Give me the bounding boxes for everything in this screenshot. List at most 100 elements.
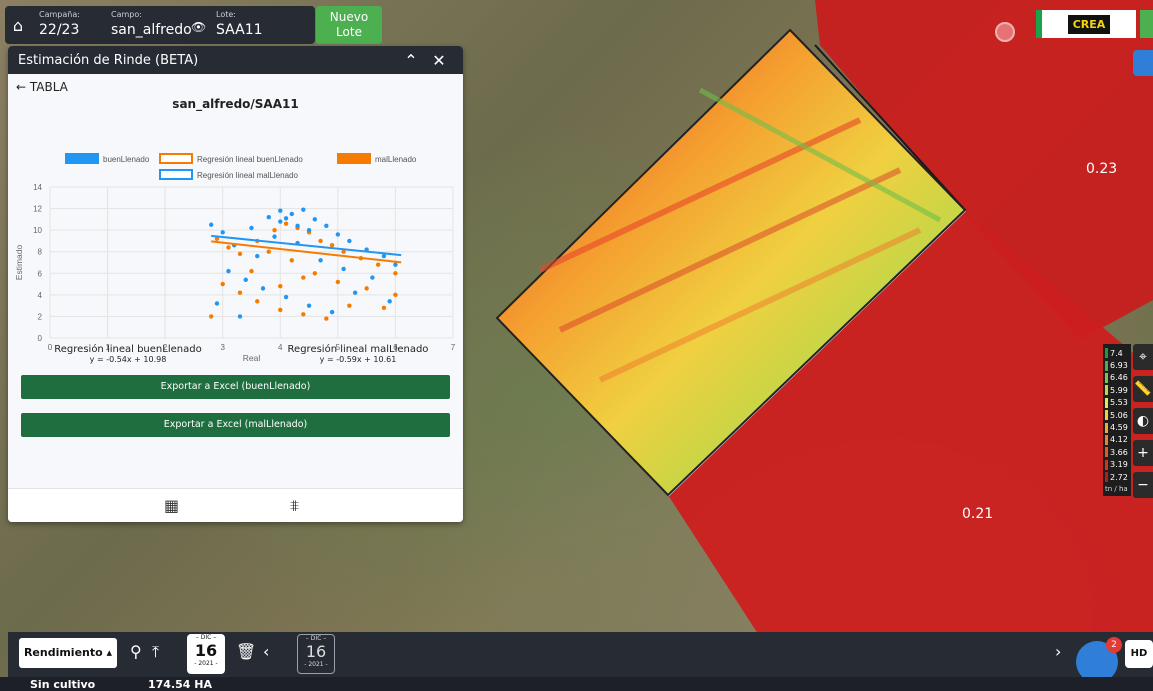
data-point (312, 217, 318, 222)
legend-swatch (337, 153, 371, 164)
data-point (209, 222, 214, 227)
data-point (283, 294, 289, 300)
data-point (214, 301, 220, 306)
legend-swatch (159, 169, 193, 180)
export-mal-button[interactable]: Exportar a Excel (malLlenado) (21, 413, 450, 437)
legend-label: buenLlenado (103, 155, 150, 164)
data-point (278, 208, 283, 213)
nuevo-lote-button[interactable]: Nuevo Lote (316, 6, 382, 44)
hd-toggle-button[interactable]: HD (1125, 640, 1153, 668)
data-point (289, 211, 294, 217)
compass-icon[interactable]: ◐ (1133, 408, 1153, 434)
data-point (347, 238, 352, 244)
back-to-table-link[interactable]: ← TABLA (16, 80, 68, 94)
data-point (341, 266, 346, 272)
data-point (324, 223, 329, 229)
trash-icon[interactable]: 🗑 (236, 642, 256, 661)
chat-badge: 2 (1106, 637, 1122, 653)
data-point (289, 258, 294, 263)
home-icon[interactable]: ⌂ (5, 6, 31, 44)
legend-swatch (159, 153, 193, 164)
field-value-label: 0.23 (1086, 161, 1118, 177)
data-point (295, 223, 300, 229)
crop-status: Sin cultivo (30, 678, 96, 691)
legend-label: malLlenado (375, 155, 417, 164)
data-point (243, 277, 248, 282)
silo-icon[interactable]: ⩨ (290, 496, 299, 516)
data-point (272, 227, 277, 233)
data-point (226, 268, 231, 274)
data-point (306, 303, 312, 308)
data-point (393, 262, 398, 267)
legend-row: 5.99 (1105, 384, 1129, 396)
date-selector[interactable]: – DIC – 16 - 2021 - (297, 634, 335, 674)
y-tick-label: 14 (33, 183, 42, 192)
panel-title: Estimación de Rinde (BETA) (18, 52, 199, 68)
legend-row: 6.46 (1105, 372, 1129, 384)
panel-footer: ▦ ⩨ (8, 488, 463, 522)
scatter-chart: buenLlenado Regresión lineal buenLlenado m… (14, 153, 456, 362)
data-point (226, 245, 231, 250)
zoom-out-button[interactable]: − (1133, 472, 1153, 498)
y-tick-label: 10 (33, 226, 42, 235)
date-selector-active[interactable]: – DIC – 16 - 2021 - (187, 634, 225, 674)
panel-header: Estimación de Rinde (BETA) ⌃ ✕ (8, 46, 463, 74)
data-point (364, 286, 369, 291)
campana-selector[interactable]: Campaña: 22/23 (31, 6, 103, 44)
legend-label: Regresión lineal malLlenado (197, 171, 299, 180)
data-point (278, 284, 283, 289)
legend-row: 6.93 (1105, 359, 1129, 371)
legend-unit: tn / ha (1105, 485, 1128, 494)
lote-selector[interactable]: Lote: SAA11 (208, 6, 308, 44)
data-point (301, 312, 306, 317)
eye-icon[interactable]: 👁 (191, 20, 206, 34)
data-point (301, 207, 306, 212)
location-tab-button[interactable] (1133, 50, 1153, 76)
y-tick-label: 8 (38, 248, 43, 257)
data-point (387, 299, 392, 304)
data-point (283, 221, 289, 226)
chevron-left-icon[interactable]: ‹ (263, 642, 269, 661)
y-tick-label: 2 (38, 312, 43, 321)
data-point (312, 271, 318, 276)
data-point (237, 251, 243, 257)
data-point (318, 258, 323, 263)
data-point (301, 275, 306, 280)
data-point (255, 299, 260, 304)
x-tick-label: 7 (451, 343, 456, 352)
export-buen-button[interactable]: Exportar a Excel (buenLlenado) (21, 375, 450, 399)
legend-swatch (65, 153, 99, 164)
data-point (237, 290, 243, 295)
data-point (249, 225, 254, 231)
data-point (272, 234, 277, 239)
calculator-icon[interactable]: ▦ (164, 496, 179, 515)
legend-row: 5.53 (1105, 397, 1129, 409)
collapse-icon[interactable]: ⌃ (397, 51, 425, 70)
data-point (335, 232, 341, 237)
data-point (237, 314, 243, 319)
legend-label: Regresión lineal buenLlenado (197, 155, 303, 164)
zoom-in-button[interactable]: + (1133, 440, 1153, 466)
layer-selector[interactable]: Rendimiento ▴ (19, 638, 117, 668)
map-tools: ⌖ 📏 ◐ + − (1133, 344, 1153, 504)
data-point (220, 230, 225, 235)
legend-row: 7.4 (1105, 347, 1129, 359)
search-icon[interactable]: ⚲ (130, 642, 142, 661)
data-point (220, 281, 225, 287)
data-point (370, 275, 375, 280)
data-point (260, 286, 266, 291)
data-point (329, 309, 335, 315)
data-point (283, 216, 289, 221)
close-icon[interactable]: ✕ (425, 51, 453, 70)
x-tick-label: 3 (220, 343, 225, 352)
crea-side-tab[interactable] (1140, 10, 1153, 38)
status-bar: Sin cultivo 174.54 HA (0, 677, 1153, 691)
ruler-icon[interactable]: 📏 (1133, 376, 1153, 402)
notification-icon[interactable] (995, 22, 1015, 42)
crea-logo: CREA (1036, 10, 1136, 38)
upload-icon[interactable]: ⤒ (152, 642, 159, 662)
chevron-right-icon[interactable]: › (1055, 642, 1061, 661)
data-point (278, 219, 283, 224)
campo-selector[interactable]: Campo: san_alfredo 👁 (103, 6, 208, 44)
pin-icon[interactable]: ⌖ (1133, 344, 1153, 370)
